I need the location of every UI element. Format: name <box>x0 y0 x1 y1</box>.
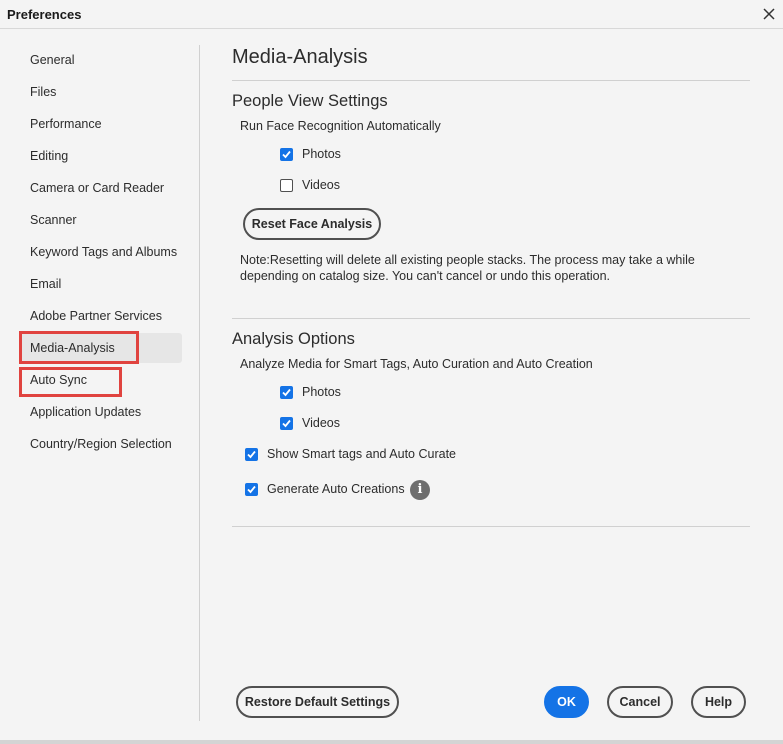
checkbox-label: Photos <box>302 147 341 161</box>
sidebar-item-label: Camera or Card Reader <box>30 181 165 195</box>
sidebar-item-label: General <box>30 53 75 67</box>
close-icon[interactable] <box>759 4 779 24</box>
sidebar-item-label: Adobe Partner Services <box>30 309 163 323</box>
sidebar-item-scanner[interactable]: Scanner <box>20 205 182 235</box>
sidebar-item-editing[interactable]: Editing <box>20 141 182 171</box>
sidebar-item-performance[interactable]: Performance <box>20 109 182 139</box>
sidebar-item-media-analysis[interactable]: Media-Analysis <box>20 333 182 363</box>
analysis-videos-checkbox[interactable]: Videos <box>280 416 360 434</box>
ok-button[interactable]: OK <box>544 686 589 718</box>
smart-tags-checkbox[interactable]: Show Smart tags and Auto Curate <box>245 447 456 465</box>
analysis-photos-checkbox[interactable]: Photos <box>280 385 360 403</box>
checkbox-label: Show Smart tags and Auto Curate <box>267 447 456 461</box>
sidebar-item-label: Files <box>30 85 57 99</box>
bottom-edge <box>0 740 783 744</box>
sidebar-item-camera-or-card-reader[interactable]: Camera or Card Reader <box>20 173 182 203</box>
sidebar-item-auto-sync[interactable]: Auto Sync <box>20 365 182 395</box>
sidebar-item-email[interactable]: Email <box>20 269 182 299</box>
face-videos-checkbox[interactable]: Videos <box>280 178 360 196</box>
sidebar-item-label: Country/Region Selection <box>30 437 172 451</box>
info-icon[interactable]: i <box>410 480 430 500</box>
checkbox-label: Generate Auto Creations <box>267 482 405 496</box>
analysis-options-heading: Analysis Options <box>232 330 355 348</box>
sidebar-divider <box>199 45 200 721</box>
help-button[interactable]: Help <box>691 686 746 718</box>
sidebar-item-label: Auto Sync <box>30 373 87 387</box>
divider <box>232 526 750 527</box>
face-photos-checkbox[interactable]: Photos <box>280 147 360 165</box>
sidebar-item-general[interactable]: General <box>20 45 182 75</box>
sidebar-item-application-updates[interactable]: Application Updates <box>20 397 182 427</box>
auto-creations-checkbox[interactable]: Generate Auto Creations <box>245 482 405 500</box>
checkbox-checked-icon <box>245 483 258 496</box>
page-title: Media-Analysis <box>232 46 368 68</box>
sidebar-item-label: Scanner <box>30 213 77 227</box>
reset-note: Note:Resetting will delete all existing … <box>240 253 695 283</box>
people-view-heading: People View Settings <box>232 92 388 110</box>
checkbox-label: Videos <box>302 178 340 192</box>
sidebar-item-label: Performance <box>30 117 102 131</box>
divider <box>232 318 750 319</box>
checkbox-label: Videos <box>302 416 340 430</box>
checkbox-checked-icon <box>280 148 293 161</box>
sidebar-item-files[interactable]: Files <box>20 77 182 107</box>
sidebar-item-label: Editing <box>30 149 69 163</box>
title-bar: Preferences <box>0 0 783 29</box>
window-title: Preferences <box>7 7 82 22</box>
cancel-button[interactable]: Cancel <box>607 686 673 718</box>
checkbox-unchecked-icon <box>280 179 293 192</box>
analyze-media-subheading: Analyze Media for Smart Tags, Auto Curat… <box>240 357 593 371</box>
restore-default-settings-button[interactable]: Restore Default Settings <box>236 686 399 718</box>
sidebar-item-label: Media-Analysis <box>30 341 115 355</box>
sidebar-item-label: Keyword Tags and Albums <box>30 245 178 259</box>
divider <box>232 80 750 81</box>
checkbox-checked-icon <box>280 386 293 399</box>
sidebar-item-label: Email <box>30 277 62 291</box>
checkbox-checked-icon <box>245 448 258 461</box>
checkbox-label: Photos <box>302 385 341 399</box>
sidebar-item-country-region-selection[interactable]: Country/Region Selection <box>20 429 182 459</box>
face-recognition-subheading: Run Face Recognition Automatically <box>240 119 441 133</box>
reset-face-analysis-button[interactable]: Reset Face Analysis <box>243 208 381 240</box>
sidebar-item-adobe-partner-services[interactable]: Adobe Partner Services <box>20 301 182 331</box>
sidebar-item-keyword-tags-and-albums[interactable]: Keyword Tags and Albums <box>20 237 182 267</box>
checkbox-checked-icon <box>280 417 293 430</box>
sidebar-item-label: Application Updates <box>30 405 142 419</box>
